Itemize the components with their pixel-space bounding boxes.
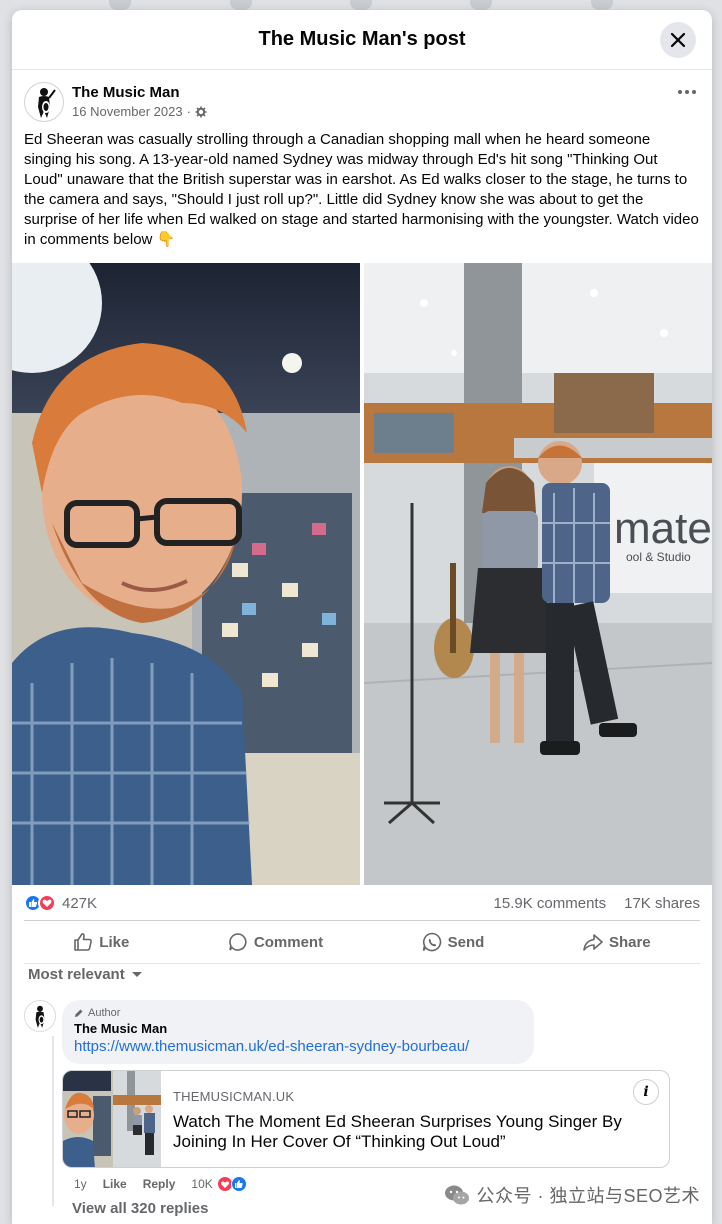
comment-reactions[interactable]: 10K <box>191 1176 247 1192</box>
link-preview-domain: THEMUSICMAN.UK <box>173 1089 295 1104</box>
page-avatar[interactable] <box>24 82 64 122</box>
comment-icon <box>229 933 247 951</box>
modal-title: The Music Man's post <box>258 28 466 50</box>
comment-reply-button[interactable]: Reply <box>143 1177 176 1191</box>
love-reaction-icon <box>38 894 56 912</box>
wechat-icon <box>445 1185 470 1205</box>
comment-button[interactable]: Comment <box>228 932 323 952</box>
send-button[interactable]: Send <box>422 932 485 952</box>
comments-count[interactable]: 15.9K comments <box>494 895 607 912</box>
comment-author-name[interactable]: The Music Man <box>74 1021 522 1036</box>
reaction-count: 427K <box>62 894 98 912</box>
music-man-logo-icon <box>38 88 56 118</box>
pencil-icon <box>75 1009 83 1017</box>
info-icon: i <box>643 1084 649 1100</box>
send-icon <box>422 932 441 952</box>
send-label: Send <box>447 933 485 951</box>
post-header: The Music Man 16 November 2023 · <box>12 70 712 126</box>
author-badge: Author <box>74 1007 522 1019</box>
stage-sign-text: mate <box>614 504 712 553</box>
separator: · <box>186 104 191 119</box>
post-text: Ed Sheeran was casually strolling throug… <box>24 131 699 248</box>
view-all-replies-link[interactable]: View all 320 replies <box>72 1200 208 1217</box>
chevron-down-icon <box>131 971 142 977</box>
comment-bubble: Author The Music Man https://www.themusi… <box>62 1000 534 1064</box>
post-actions: Like Comment Send Share <box>24 924 700 960</box>
post-image[interactable]: mate ool & Studio <box>12 263 712 885</box>
comment-meta: 1y Like Reply 10K <box>74 1176 247 1192</box>
share-icon <box>583 934 603 951</box>
thread-line <box>52 1036 54 1206</box>
close-icon <box>670 32 686 48</box>
shares-count[interactable]: 17K shares <box>624 895 700 912</box>
share-label: Share <box>608 933 651 951</box>
sort-label: Most relevant <box>28 966 125 983</box>
like-icon <box>74 933 93 951</box>
watermark: 公众号 · 独立站与SEO艺术 <box>444 1182 700 1208</box>
close-button[interactable] <box>660 22 696 58</box>
reaction-summary[interactable]: 427K <box>24 894 97 912</box>
like-label: Like <box>99 933 130 951</box>
comment-sort-dropdown[interactable]: Most relevant <box>28 966 143 983</box>
photo-selfie[interactable] <box>12 263 360 885</box>
divider <box>24 920 700 921</box>
more-options-button[interactable] <box>678 90 696 94</box>
page-name[interactable]: The Music Man <box>72 84 207 101</box>
comment-like-button[interactable]: Like <box>103 1177 127 1191</box>
post-modal: The Music Man's post The Music Man 16 No… <box>12 10 712 1224</box>
photo-stage[interactable]: mate ool & Studio <box>364 263 712 885</box>
more-icon <box>678 90 682 94</box>
link-preview-card[interactable]: THEMUSICMAN.UK Watch The Moment Ed Sheer… <box>62 1070 670 1168</box>
share-button[interactable]: Share <box>583 932 651 952</box>
author-badge-label: Author <box>88 1007 121 1019</box>
divider <box>24 963 700 964</box>
post-date[interactable]: 16 November 2023 <box>72 104 183 119</box>
link-preview-title: Watch The Moment Ed Sheeran Surprises Yo… <box>173 1112 622 1151</box>
stage-sign-subtext: ool & Studio <box>626 550 691 564</box>
comment-label: Comment <box>253 933 324 951</box>
modal-header: The Music Man's post <box>12 10 712 70</box>
link-preview-image <box>63 1071 161 1167</box>
like-reaction-icon <box>230 1176 247 1192</box>
comment-avatar[interactable] <box>24 1000 56 1032</box>
reactions-row: 427K 15.9K comments 17K shares <box>12 890 712 916</box>
gear-icon[interactable] <box>195 106 207 118</box>
comment-link[interactable]: https://www.themusicman.uk/ed-sheeran-sy… <box>74 1038 522 1055</box>
comment-reaction-count: 10K <box>191 1177 213 1191</box>
info-button[interactable]: i <box>633 1079 659 1105</box>
comment-age[interactable]: 1y <box>74 1177 87 1191</box>
music-man-logo-icon <box>35 1005 45 1028</box>
like-button[interactable]: Like <box>73 932 129 952</box>
watermark-text: 公众号 · 独立站与SEO艺术 <box>476 1186 700 1206</box>
